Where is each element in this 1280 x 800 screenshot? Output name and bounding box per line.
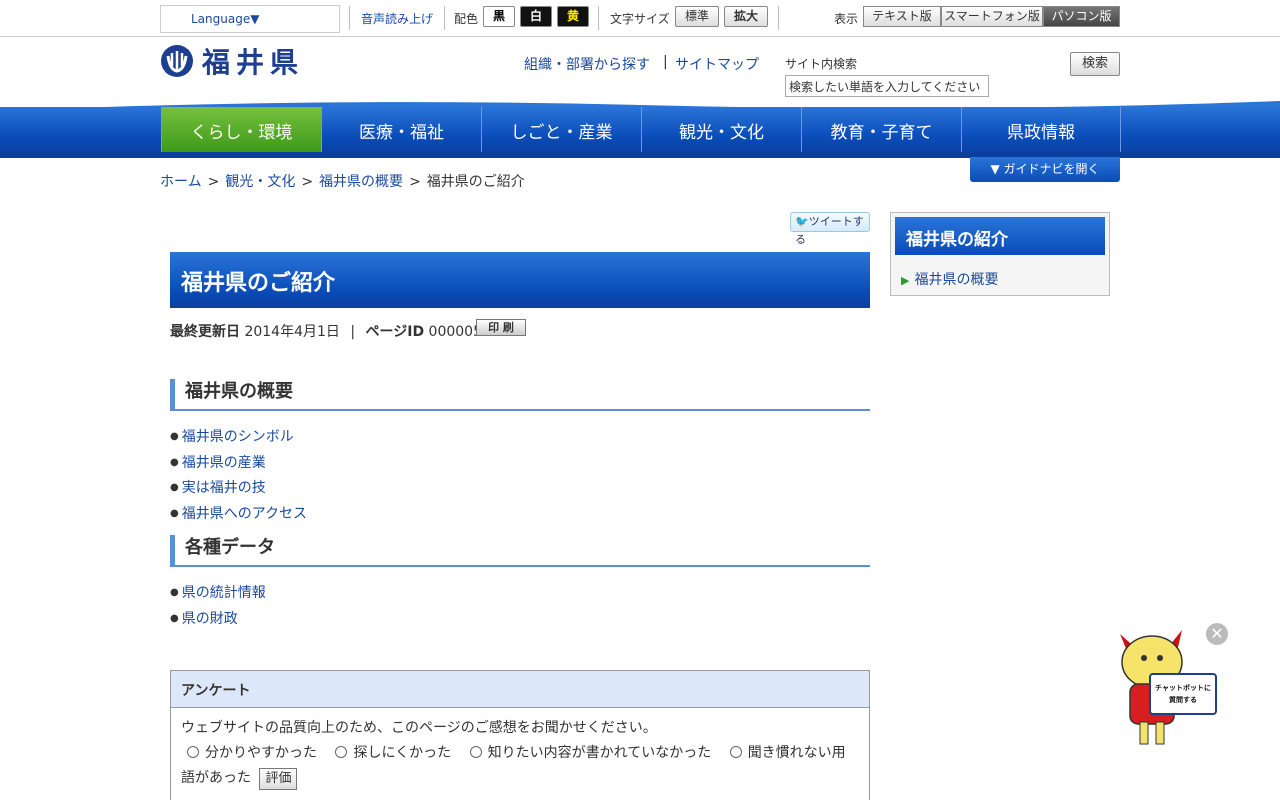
survey-radio[interactable]: [469, 746, 482, 758]
breadcrumb: ホーム > 観光・文化 > 福井県の概要 > 福井県のご紹介: [160, 171, 525, 191]
survey-option: 知りたい内容が書かれていなかった: [487, 745, 712, 761]
sitemap-link[interactable]: サイトマップ: [675, 54, 759, 74]
nav-item-education[interactable]: 教育・子育て: [801, 107, 961, 152]
text-version-button[interactable]: テキスト版: [863, 6, 941, 27]
nav-item-government[interactable]: 県政情報: [961, 107, 1121, 152]
divider: [598, 6, 599, 30]
link-separator: |: [663, 54, 668, 70]
divider: [349, 6, 350, 30]
language-selector[interactable]: Language▼: [160, 5, 340, 33]
section-heading-data: 各種データ: [170, 535, 870, 567]
prefecture-emblem-icon: [161, 45, 193, 77]
display-label: 表示: [834, 12, 859, 26]
nav-item-work[interactable]: しごと・産業: [481, 107, 641, 152]
section-heading-overview: 福井県の概要: [170, 379, 870, 411]
breadcrumb-current: 福井県のご紹介: [426, 174, 525, 190]
font-large-button[interactable]: 拡大: [724, 6, 768, 27]
site-logo-text: 福井県: [202, 46, 305, 79]
breadcrumb-sep: >: [409, 174, 421, 190]
list-item-skills[interactable]: 実は福井の技: [170, 477, 266, 497]
survey-intro: ウェブサイトの品質向上のため、このページのご感想をお聞かせください。: [181, 720, 657, 736]
survey-radio[interactable]: [187, 746, 199, 758]
list-item-statistics[interactable]: 県の統計情報: [170, 582, 266, 602]
search-input[interactable]: [785, 75, 989, 97]
text-to-speech-link[interactable]: 音声読み上げ: [361, 10, 433, 27]
breadcrumb-tourism[interactable]: 観光・文化: [225, 174, 295, 190]
utility-bar: Language▼ 音声読み上げ 配色 黒 白 黄 文字サイズ 標準 拡大 表示…: [0, 0, 1280, 37]
breadcrumb-overview[interactable]: 福井県の概要: [319, 174, 403, 190]
divider: [444, 6, 445, 30]
updated-label: 最終更新日: [170, 324, 240, 340]
chatbot-label-line2: 質問する: [1169, 695, 1197, 704]
updated-date: 2014年4月1日: [244, 324, 340, 340]
survey-heading: アンケート: [171, 671, 869, 708]
chatbot-label-line1: チャットボットに: [1155, 683, 1211, 692]
site-logo[interactable]: 福井県: [160, 41, 304, 81]
survey-box: アンケート ウェブサイトの品質向上のため、このページのご感想をお聞かせください。…: [170, 670, 870, 800]
survey-submit-button[interactable]: 評価: [259, 768, 298, 790]
survey-options: 分かりやすかった 探しにくかった 知りたい内容が書かれていなかった 聞き慣れない…: [181, 741, 859, 791]
meta-separator: |: [350, 324, 356, 340]
breadcrumb-sep: >: [301, 174, 314, 190]
nav-item-tourism[interactable]: 観光・文化: [641, 107, 801, 152]
survey-option: 分かりやすかった: [205, 745, 317, 761]
guide-navi-button[interactable]: ▼ ガイドナビを開く: [970, 157, 1120, 182]
sidebar-title: 福井県の紹介: [895, 217, 1105, 255]
tweet-button[interactable]: 🐦ツイートする: [790, 212, 870, 246]
sidebar-box: 福井県の紹介 福井県の概要: [890, 212, 1110, 296]
search-button[interactable]: 検索: [1070, 52, 1120, 76]
page-meta: 最終更新日 2014年4月1日 | ページID 000005: [170, 321, 482, 341]
font-standard-button[interactable]: 標準: [675, 6, 719, 27]
list-item-symbol[interactable]: 福井県のシンボル: [170, 426, 294, 446]
breadcrumb-home[interactable]: ホーム: [160, 174, 202, 190]
survey-radio[interactable]: [335, 746, 348, 758]
list-item-industry[interactable]: 福井県の産業: [170, 452, 266, 472]
page-id-label: ページID: [365, 324, 425, 340]
chatbot-close-icon[interactable]: ✕: [1206, 623, 1228, 645]
color-black-button[interactable]: 黒: [483, 6, 515, 27]
survey-body: ウェブサイトの品質向上のため、このページのご感想をお聞かせください。 分かりやす…: [171, 708, 869, 799]
list-item-access[interactable]: 福井県へのアクセス: [170, 503, 307, 523]
breadcrumb-sep: >: [207, 174, 220, 190]
page-id: 000005: [428, 324, 482, 340]
smartphone-version-button[interactable]: スマートフォン版: [941, 6, 1043, 27]
page-title: 福井県のご紹介: [170, 252, 870, 308]
divider: [778, 6, 779, 30]
chatbot-mascot-icon[interactable]: チャットボットに 質問する: [1110, 622, 1220, 750]
survey-radio[interactable]: [729, 746, 742, 758]
print-button[interactable]: 印 刷: [476, 319, 526, 336]
twitter-bird-icon: 🐦: [795, 215, 809, 228]
survey-option: 探しにくかった: [353, 745, 452, 761]
sidebar-link-overview[interactable]: 福井県の概要: [901, 269, 998, 289]
color-scheme-label: 配色: [454, 12, 479, 26]
nav-item-living[interactable]: くらし・環境: [161, 107, 321, 152]
font-size-label: 文字サイズ: [610, 12, 670, 26]
color-yellow-button[interactable]: 黄: [557, 6, 589, 27]
list-item-finance[interactable]: 県の財政: [170, 608, 238, 628]
org-search-link[interactable]: 組織・部署から探す: [524, 54, 650, 74]
pc-version-button[interactable]: パソコン版: [1043, 6, 1120, 27]
search-label: サイト内検索: [785, 57, 858, 71]
nav-item-medical[interactable]: 医療・福祉: [321, 107, 481, 152]
color-white-button[interactable]: 白: [520, 6, 552, 27]
